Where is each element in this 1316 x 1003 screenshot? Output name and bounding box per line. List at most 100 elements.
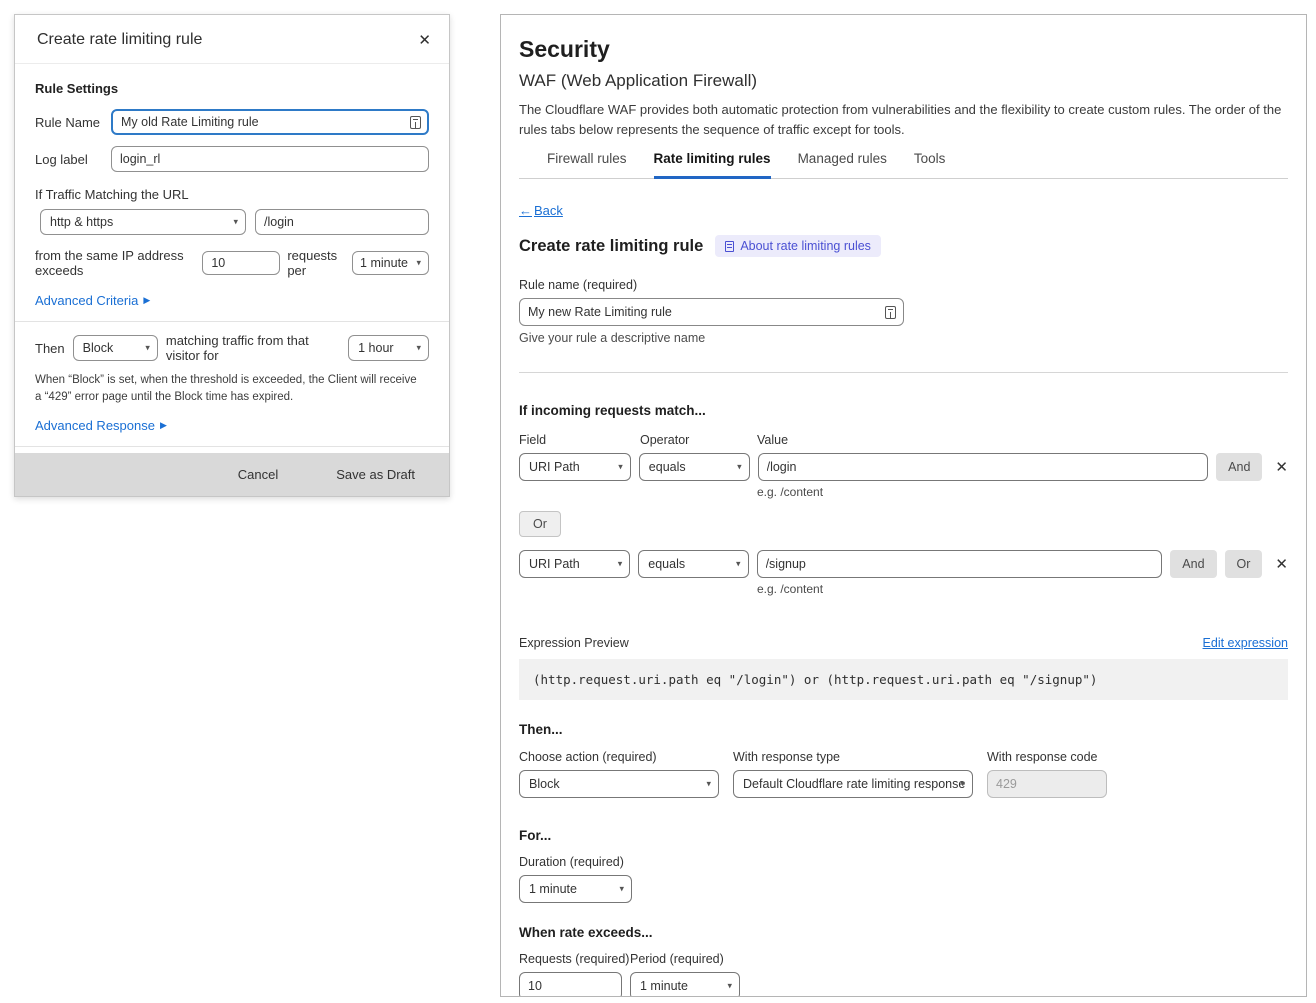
rate-section-title: When rate exceeds... xyxy=(519,925,1288,940)
back-label: Back xyxy=(534,203,563,218)
threshold-input[interactable] xyxy=(202,251,280,275)
form-field-icon xyxy=(410,116,421,129)
block-duration-select[interactable]: 1 hour ▾ xyxy=(348,335,429,361)
operator-select[interactable]: equals ▾ xyxy=(638,550,748,578)
expression-preview-label: Expression Preview xyxy=(519,636,629,650)
about-badge-label: About rate limiting rules xyxy=(740,239,871,253)
chevron-down-icon: ▾ xyxy=(145,343,150,354)
operator-select[interactable]: equals ▾ xyxy=(639,453,750,481)
and-button[interactable]: And xyxy=(1170,550,1216,578)
remove-condition-icon[interactable]: ✕ xyxy=(1275,555,1288,573)
chevron-down-icon: ▾ xyxy=(618,559,623,570)
form-title: Create rate limiting rule xyxy=(519,237,703,256)
tab-rate-limiting-rules[interactable]: Rate limiting rules xyxy=(654,151,771,179)
choose-action-value: Block xyxy=(529,777,560,791)
url-input[interactable] xyxy=(255,209,429,235)
action-select[interactable]: Block ▾ xyxy=(73,335,158,361)
duration-label: Duration (required) xyxy=(519,855,1288,869)
legacy-rate-limit-dialog: Create rate limiting rule ✕ Rule Setting… xyxy=(14,14,450,497)
operator-select-value: equals xyxy=(649,460,686,474)
choose-action-select[interactable]: Block ▾ xyxy=(519,770,719,798)
value-hint: e.g. /content xyxy=(757,582,1288,596)
block-duration-value: 1 hour xyxy=(358,341,393,355)
about-rate-limiting-badge[interactable]: About rate limiting rules xyxy=(715,235,881,257)
back-link[interactable]: ← Back xyxy=(519,203,563,218)
response-code-input xyxy=(987,770,1107,798)
operator-select-value: equals xyxy=(648,557,685,571)
period-select[interactable]: 1 minute ▾ xyxy=(352,251,429,275)
disclosure-icon: ▶ xyxy=(160,420,167,431)
period-label: Period (required) xyxy=(630,952,724,966)
page-subtitle: WAF (Web Application Firewall) xyxy=(519,71,1288,91)
waf-tabs: Firewall rules Rate limiting rules Manag… xyxy=(519,151,1288,179)
field-select[interactable]: URI Path ▾ xyxy=(519,550,630,578)
match-section-title: If incoming requests match... xyxy=(519,403,1288,418)
for-section-title: For... xyxy=(519,828,1288,843)
chevron-down-icon: ▾ xyxy=(618,462,623,473)
and-button[interactable]: And xyxy=(1216,453,1262,481)
rule-name-input[interactable] xyxy=(519,298,904,326)
duration-select[interactable]: 1 minute ▾ xyxy=(519,875,632,903)
chevron-down-icon: ▾ xyxy=(619,884,624,895)
tab-tools[interactable]: Tools xyxy=(914,151,946,178)
response-type-value: Default Cloudflare rate limiting respons… xyxy=(743,777,965,791)
field-select[interactable]: URI Path ▾ xyxy=(519,453,631,481)
log-label-input[interactable] xyxy=(111,146,429,172)
chevron-down-icon: ▾ xyxy=(727,981,732,992)
rule-name-label: Rule Name xyxy=(35,115,101,130)
response-type-select[interactable]: Default Cloudflare rate limiting respons… xyxy=(733,770,973,798)
divider xyxy=(15,321,449,322)
cancel-button[interactable]: Cancel xyxy=(232,466,284,483)
then-label: Then xyxy=(35,341,65,356)
condition-row: URI Path ▾ equals ▾ And ✕ xyxy=(519,453,1288,481)
page-title: Security xyxy=(519,36,1288,63)
advanced-response-label: Advanced Response xyxy=(35,418,155,433)
page-description: The Cloudflare WAF provides both automat… xyxy=(519,100,1288,139)
dialog-header: Create rate limiting rule ✕ xyxy=(15,15,449,64)
rule-name-help: Give your rule a descriptive name xyxy=(519,331,1288,345)
save-as-draft-button[interactable]: Save as Draft xyxy=(330,466,421,483)
remove-condition-icon[interactable]: ✕ xyxy=(1275,458,1288,476)
or-button[interactable]: Or xyxy=(1225,550,1263,578)
divider xyxy=(519,372,1288,373)
threshold-mid-label: requests per xyxy=(287,248,345,278)
edit-expression-link[interactable]: Edit expression xyxy=(1203,636,1288,650)
document-icon xyxy=(725,241,734,252)
then-section-title: Then... xyxy=(519,722,1288,737)
close-icon[interactable]: ✕ xyxy=(416,31,433,50)
expression-code: (http.request.uri.path eq "/login") or (… xyxy=(519,659,1288,700)
advanced-criteria-link[interactable]: Advanced Criteria ▶ xyxy=(35,293,150,308)
dialog-footer: Cancel Save as Draft xyxy=(15,453,449,496)
period-select-value: 1 minute xyxy=(360,256,408,270)
tab-managed-rules[interactable]: Managed rules xyxy=(798,151,887,178)
traffic-match-label: If Traffic Matching the URL xyxy=(35,187,429,202)
scheme-select[interactable]: http & https ▾ xyxy=(40,209,246,235)
field-select-value: URI Path xyxy=(529,460,580,474)
operator-column-label: Operator xyxy=(640,433,757,447)
rule-settings-heading: Rule Settings xyxy=(35,81,429,96)
threshold-prefix-label: from the same IP address exceeds xyxy=(35,248,195,278)
rule-name-label: Rule name (required) xyxy=(519,278,1288,292)
tab-firewall-rules[interactable]: Firewall rules xyxy=(547,151,627,178)
chevron-down-icon: ▾ xyxy=(416,258,421,269)
chevron-down-icon: ▾ xyxy=(416,343,421,354)
advanced-criteria-label: Advanced Criteria xyxy=(35,293,138,308)
scheme-select-value: http & https xyxy=(50,215,113,229)
value-column-label: Value xyxy=(757,433,788,447)
rule-name-input[interactable] xyxy=(111,109,429,135)
condition-row: URI Path ▾ equals ▾ And Or ✕ xyxy=(519,550,1288,578)
requests-input[interactable] xyxy=(519,972,622,997)
chevron-down-icon: ▾ xyxy=(960,779,965,790)
value-input[interactable] xyxy=(757,550,1163,578)
rate-period-select[interactable]: 1 minute ▾ xyxy=(630,972,740,997)
security-waf-panel: Security WAF (Web Application Firewall) … xyxy=(500,14,1307,997)
value-hint: e.g. /content xyxy=(757,485,1288,499)
form-field-icon xyxy=(885,306,896,319)
screenshot-stage: Create rate limiting rule ✕ Rule Setting… xyxy=(0,0,1316,1003)
then-mid-label: matching traffic from that visitor for xyxy=(166,333,340,363)
advanced-response-link[interactable]: Advanced Response ▶ xyxy=(35,418,167,433)
action-select-value: Block xyxy=(83,341,114,355)
value-input[interactable] xyxy=(758,453,1209,481)
or-button[interactable]: Or xyxy=(519,511,561,537)
divider xyxy=(15,446,449,447)
